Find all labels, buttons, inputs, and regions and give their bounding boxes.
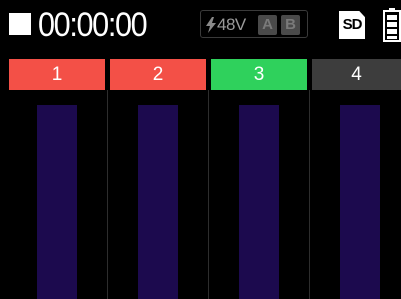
track-1-header[interactable]: 1: [9, 59, 105, 90]
track-3-header[interactable]: 3: [211, 59, 307, 90]
track-4-header[interactable]: 4: [312, 59, 401, 90]
sd-card-icon: SD: [339, 11, 365, 39]
track-4-level-meter: [340, 105, 380, 299]
phantom-channel-a-badge: A: [258, 15, 277, 35]
phantom-channel-b-badge: B: [281, 15, 300, 35]
track-divider: [309, 90, 310, 299]
track-1-level-meter: [37, 105, 77, 299]
sd-card-label: SD: [342, 16, 363, 33]
track-2[interactable]: 2: [110, 59, 206, 299]
battery-icon: [383, 8, 401, 42]
stop-icon: [9, 13, 31, 35]
track-1[interactable]: 1: [9, 59, 105, 299]
phantom-voltage-label: 48V: [217, 15, 246, 34]
track-divider: [208, 90, 209, 299]
track-4[interactable]: 4: [312, 59, 401, 299]
phantom-power-indicator: 48V A B: [200, 10, 308, 38]
lightning-bolt-icon: [206, 17, 216, 33]
status-bar: 00:00:00 48V A B SD: [0, 0, 401, 52]
track-3[interactable]: 3: [211, 59, 307, 299]
track-3-level-meter: [239, 105, 279, 299]
timecode: 00:00:00: [38, 6, 148, 44]
track-2-level-meter: [138, 105, 178, 299]
track-divider: [107, 90, 108, 299]
track-2-header[interactable]: 2: [110, 59, 206, 90]
track-list: 1 2 3 4: [0, 59, 401, 299]
